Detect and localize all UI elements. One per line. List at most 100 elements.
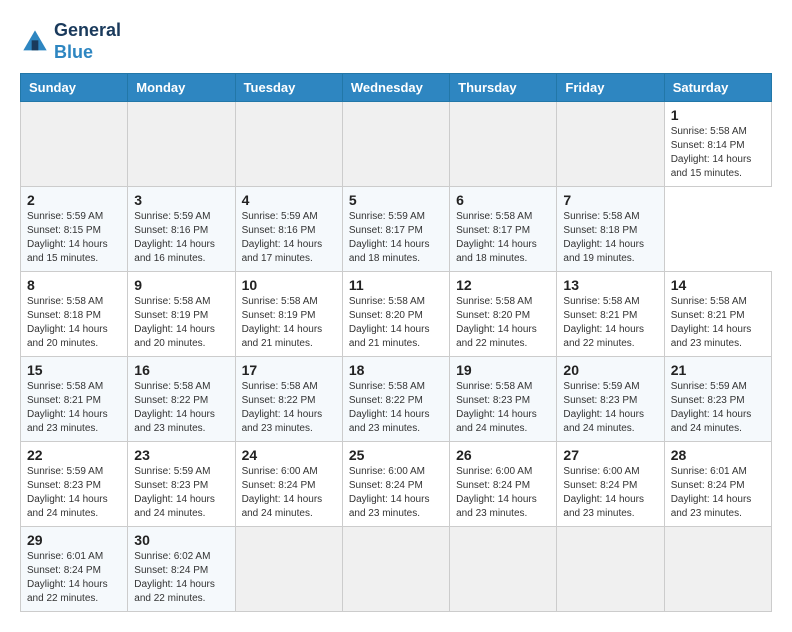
day-info: Sunrise: 5:58 AMSunset: 8:22 PMDaylight:…: [349, 381, 430, 434]
day-info: Sunrise: 5:58 AMSunset: 8:18 PMDaylight:…: [27, 296, 108, 349]
day-number: 14: [671, 277, 765, 293]
day-info: Sunrise: 5:58 AMSunset: 8:22 PMDaylight:…: [134, 381, 215, 434]
day-info: Sunrise: 6:01 AMSunset: 8:24 PMDaylight:…: [27, 551, 108, 604]
day-number: 26: [456, 447, 550, 463]
calendar-cell: [235, 102, 342, 187]
calendar-cell: 21 Sunrise: 5:59 AMSunset: 8:23 PMDaylig…: [664, 357, 771, 442]
day-info: Sunrise: 5:59 AMSunset: 8:23 PMDaylight:…: [134, 466, 215, 519]
page-header: General Blue: [20, 20, 772, 63]
day-number: 17: [242, 362, 336, 378]
day-number: 3: [134, 192, 228, 208]
day-info: Sunrise: 6:01 AMSunset: 8:24 PMDaylight:…: [671, 466, 752, 519]
weekday-header-wednesday: Wednesday: [342, 74, 449, 102]
calendar-cell: 28 Sunrise: 6:01 AMSunset: 8:24 PMDaylig…: [664, 442, 771, 527]
calendar-cell: 9 Sunrise: 5:58 AMSunset: 8:19 PMDayligh…: [128, 272, 235, 357]
day-number: 20: [563, 362, 657, 378]
calendar-week-4: 15 Sunrise: 5:58 AMSunset: 8:21 PMDaylig…: [21, 357, 772, 442]
calendar-cell: 7 Sunrise: 5:58 AMSunset: 8:18 PMDayligh…: [557, 187, 664, 272]
calendar-cell: 13 Sunrise: 5:58 AMSunset: 8:21 PMDaylig…: [557, 272, 664, 357]
day-number: 22: [27, 447, 121, 463]
calendar-cell: 2 Sunrise: 5:59 AMSunset: 8:15 PMDayligh…: [21, 187, 128, 272]
day-info: Sunrise: 5:59 AMSunset: 8:23 PMDaylight:…: [563, 381, 644, 434]
day-number: 6: [456, 192, 550, 208]
weekday-header-thursday: Thursday: [450, 74, 557, 102]
day-info: Sunrise: 5:59 AMSunset: 8:17 PMDaylight:…: [349, 211, 430, 264]
weekday-header-monday: Monday: [128, 74, 235, 102]
calendar-cell: 29 Sunrise: 6:01 AMSunset: 8:24 PMDaylig…: [21, 527, 128, 612]
calendar-cell: 18 Sunrise: 5:58 AMSunset: 8:22 PMDaylig…: [342, 357, 449, 442]
calendar-cell: 19 Sunrise: 5:58 AMSunset: 8:23 PMDaylig…: [450, 357, 557, 442]
weekday-header-sunday: Sunday: [21, 74, 128, 102]
day-number: 2: [27, 192, 121, 208]
calendar-cell: [664, 527, 771, 612]
day-info: Sunrise: 5:58 AMSunset: 8:22 PMDaylight:…: [242, 381, 323, 434]
day-info: Sunrise: 5:58 AMSunset: 8:17 PMDaylight:…: [456, 211, 537, 264]
day-info: Sunrise: 5:59 AMSunset: 8:16 PMDaylight:…: [242, 211, 323, 264]
day-info: Sunrise: 6:00 AMSunset: 8:24 PMDaylight:…: [563, 466, 644, 519]
day-number: 19: [456, 362, 550, 378]
day-info: Sunrise: 5:58 AMSunset: 8:14 PMDaylight:…: [671, 126, 752, 179]
day-number: 25: [349, 447, 443, 463]
day-number: 21: [671, 362, 765, 378]
day-number: 28: [671, 447, 765, 463]
day-info: Sunrise: 5:58 AMSunset: 8:21 PMDaylight:…: [27, 381, 108, 434]
day-number: 12: [456, 277, 550, 293]
day-number: 9: [134, 277, 228, 293]
day-number: 18: [349, 362, 443, 378]
calendar-week-5: 22 Sunrise: 5:59 AMSunset: 8:23 PMDaylig…: [21, 442, 772, 527]
day-number: 11: [349, 277, 443, 293]
day-number: 15: [27, 362, 121, 378]
calendar-cell: 12 Sunrise: 5:58 AMSunset: 8:20 PMDaylig…: [450, 272, 557, 357]
calendar-cell: 14 Sunrise: 5:58 AMSunset: 8:21 PMDaylig…: [664, 272, 771, 357]
day-info: Sunrise: 5:59 AMSunset: 8:15 PMDaylight:…: [27, 211, 108, 264]
calendar-cell: 8 Sunrise: 5:58 AMSunset: 8:18 PMDayligh…: [21, 272, 128, 357]
logo-text: General Blue: [54, 20, 121, 63]
day-number: 16: [134, 362, 228, 378]
day-number: 29: [27, 532, 121, 548]
calendar-cell: 17 Sunrise: 5:58 AMSunset: 8:22 PMDaylig…: [235, 357, 342, 442]
calendar-cell: 5 Sunrise: 5:59 AMSunset: 8:17 PMDayligh…: [342, 187, 449, 272]
calendar-cell: 23 Sunrise: 5:59 AMSunset: 8:23 PMDaylig…: [128, 442, 235, 527]
day-info: Sunrise: 5:58 AMSunset: 8:19 PMDaylight:…: [134, 296, 215, 349]
day-number: 30: [134, 532, 228, 548]
calendar-cell: [342, 102, 449, 187]
calendar-cell: 3 Sunrise: 5:59 AMSunset: 8:16 PMDayligh…: [128, 187, 235, 272]
day-number: 23: [134, 447, 228, 463]
calendar-cell: 6 Sunrise: 5:58 AMSunset: 8:17 PMDayligh…: [450, 187, 557, 272]
day-info: Sunrise: 5:58 AMSunset: 8:20 PMDaylight:…: [456, 296, 537, 349]
calendar-cell: [557, 102, 664, 187]
day-info: Sunrise: 5:58 AMSunset: 8:21 PMDaylight:…: [671, 296, 752, 349]
calendar-cell: [128, 102, 235, 187]
day-number: 5: [349, 192, 443, 208]
calendar-cell: [450, 527, 557, 612]
day-info: Sunrise: 6:00 AMSunset: 8:24 PMDaylight:…: [349, 466, 430, 519]
day-info: Sunrise: 5:58 AMSunset: 8:18 PMDaylight:…: [563, 211, 644, 264]
calendar-week-1: 1 Sunrise: 5:58 AMSunset: 8:14 PMDayligh…: [21, 102, 772, 187]
day-info: Sunrise: 5:58 AMSunset: 8:23 PMDaylight:…: [456, 381, 537, 434]
weekday-header-friday: Friday: [557, 74, 664, 102]
calendar-cell: [235, 527, 342, 612]
calendar-cell: 4 Sunrise: 5:59 AMSunset: 8:16 PMDayligh…: [235, 187, 342, 272]
day-info: Sunrise: 5:59 AMSunset: 8:16 PMDaylight:…: [134, 211, 215, 264]
calendar-week-6: 29 Sunrise: 6:01 AMSunset: 8:24 PMDaylig…: [21, 527, 772, 612]
calendar-cell: 27 Sunrise: 6:00 AMSunset: 8:24 PMDaylig…: [557, 442, 664, 527]
calendar-cell: [557, 527, 664, 612]
day-number: 8: [27, 277, 121, 293]
day-info: Sunrise: 6:00 AMSunset: 8:24 PMDaylight:…: [242, 466, 323, 519]
calendar-cell: 11 Sunrise: 5:58 AMSunset: 8:20 PMDaylig…: [342, 272, 449, 357]
calendar-cell: 20 Sunrise: 5:59 AMSunset: 8:23 PMDaylig…: [557, 357, 664, 442]
calendar-cell: 26 Sunrise: 6:00 AMSunset: 8:24 PMDaylig…: [450, 442, 557, 527]
day-info: Sunrise: 5:58 AMSunset: 8:21 PMDaylight:…: [563, 296, 644, 349]
calendar-cell: [450, 102, 557, 187]
day-info: Sunrise: 5:58 AMSunset: 8:19 PMDaylight:…: [242, 296, 323, 349]
day-number: 7: [563, 192, 657, 208]
calendar-table: SundayMondayTuesdayWednesdayThursdayFrid…: [20, 73, 772, 612]
weekday-header-tuesday: Tuesday: [235, 74, 342, 102]
day-info: Sunrise: 5:59 AMSunset: 8:23 PMDaylight:…: [671, 381, 752, 434]
calendar-cell: 25 Sunrise: 6:00 AMSunset: 8:24 PMDaylig…: [342, 442, 449, 527]
day-number: 27: [563, 447, 657, 463]
day-number: 4: [242, 192, 336, 208]
calendar-cell: 1 Sunrise: 5:58 AMSunset: 8:14 PMDayligh…: [664, 102, 771, 187]
day-info: Sunrise: 6:02 AMSunset: 8:24 PMDaylight:…: [134, 551, 215, 604]
calendar-cell: 24 Sunrise: 6:00 AMSunset: 8:24 PMDaylig…: [235, 442, 342, 527]
